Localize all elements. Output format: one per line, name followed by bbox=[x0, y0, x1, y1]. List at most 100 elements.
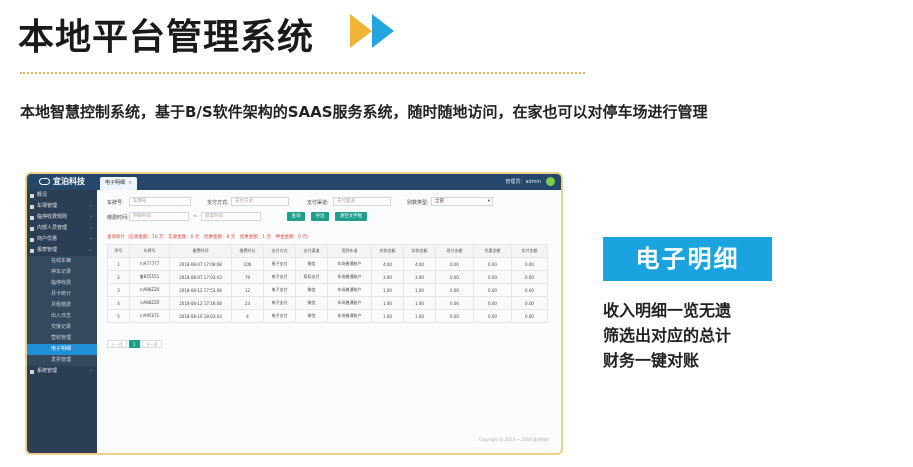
sidebar-item-merchant[interactable]: 商户优惠 › bbox=[27, 234, 97, 245]
table-cell: 0.00 bbox=[473, 309, 512, 323]
table-cell: 川A88ZZ0 bbox=[129, 296, 170, 310]
chevron-right-icon bbox=[372, 14, 394, 48]
channel-label: 支付渠道: bbox=[307, 200, 329, 206]
table-cell: 0.00 bbox=[511, 296, 548, 310]
sidebar-item-reports[interactable]: 报表管理 ⌄ bbox=[27, 245, 97, 256]
sidebar-sub-invoice[interactable]: 发票管理 bbox=[27, 355, 97, 366]
table-cell: 2018-08-07 17:08:08 bbox=[169, 257, 232, 271]
export-button[interactable]: 导出 bbox=[311, 212, 329, 221]
table-cell: 0.00 bbox=[473, 296, 512, 310]
plate-input[interactable]: 车牌号 bbox=[129, 197, 191, 206]
cloud-icon bbox=[39, 178, 50, 185]
pagination: 上一页 1 下一页 bbox=[107, 331, 164, 350]
sidebar-sub-monthly-stats[interactable]: 月卡统计 bbox=[27, 289, 97, 300]
sidebar: 概况 车场管理 › 临停收费规则 › 内部人员管理 › 商户优惠 › 报表管理 ⌄ 在线车… bbox=[27, 190, 97, 453]
paytype-label: 支付方式: bbox=[207, 200, 229, 206]
table-cell: 4 bbox=[107, 296, 130, 310]
time-separator: ~ bbox=[193, 214, 198, 220]
prev-page-button[interactable]: 上一页 bbox=[107, 340, 127, 348]
table-cell: 川A95S71 bbox=[129, 309, 170, 323]
sidebar-item-staff[interactable]: 内部人员管理 › bbox=[27, 223, 97, 234]
sidebar-sub-logs[interactable]: 出入日志 bbox=[27, 311, 97, 322]
table-cell: 0.00 bbox=[473, 257, 512, 271]
sidebar-sub-temp-fee[interactable]: 临停收费 bbox=[27, 278, 97, 289]
table-cell: 0.00 bbox=[435, 309, 474, 323]
sidebar-item-parking[interactable]: 车场管理 › bbox=[27, 201, 97, 212]
end-time-input[interactable]: 结束时间 bbox=[201, 212, 261, 221]
avatar[interactable] bbox=[546, 177, 555, 186]
report-icon bbox=[30, 249, 34, 253]
table-cell: 微信 bbox=[295, 309, 328, 323]
table-row[interactable]: 4 川A88ZZ0 2018-08-12 17:16:08 23 电子支付 微信 车场普通账… bbox=[107, 296, 548, 310]
table-cell: 2018-08-10 18:03:43 bbox=[169, 309, 232, 323]
channel-input[interactable]: 支付渠道 bbox=[333, 197, 391, 206]
sidebar-item-label: 报表管理 bbox=[37, 247, 58, 253]
table-cell: 微信 bbox=[295, 257, 328, 271]
feature-line: 收入明细一览无遗 bbox=[603, 301, 732, 320]
table-row[interactable]: 2 鲁B55551 2018-08-07 17:03:43 79 电子支付 帮扣支付 车场普… bbox=[107, 270, 548, 284]
main-content: 车牌号: 车牌号 支付方式: 支付方式 支付渠道: 支付渠道 别数类型: 全部 ▾… bbox=[97, 190, 561, 453]
sidebar-item-overview[interactable]: 概况 bbox=[27, 190, 97, 201]
table-cell: 12 bbox=[231, 283, 264, 297]
table-cell: 电子支付 bbox=[263, 257, 296, 271]
subtitle: 本地智慧控制系统，基于B/S软件架构的SAAS服务系统，随时随地访问，在家也可以… bbox=[20, 103, 708, 121]
search-button[interactable]: 查询 bbox=[287, 212, 305, 221]
lot-select-value: 全部 bbox=[435, 199, 444, 204]
table-cell: 鲁B55551 bbox=[129, 270, 170, 284]
table-cell: 106 bbox=[231, 257, 264, 271]
person-icon bbox=[30, 227, 34, 231]
table-cell: 0.00 bbox=[473, 283, 512, 297]
table-header-cell: 序号 bbox=[107, 244, 130, 258]
table-header-cell: 现付金额 bbox=[435, 244, 474, 258]
sidebar-item-system[interactable]: 系统管理 › bbox=[27, 366, 97, 377]
table-cell: 川A77777 bbox=[129, 257, 170, 271]
table-cell: 电子支付 bbox=[263, 270, 296, 284]
table-cell: 4.00 bbox=[403, 257, 436, 271]
table-cell: 2018-08-12 17:53:08 bbox=[169, 283, 232, 297]
table-header-cell: 应收金额 bbox=[371, 244, 404, 258]
sidebar-sub-electronic-detail[interactable]: 电子明细 bbox=[27, 344, 97, 355]
table-cell: 3.00 bbox=[371, 270, 404, 284]
sidebar-sub-handover[interactable]: 交接记录 bbox=[27, 322, 97, 333]
table-cell: 1.00 bbox=[403, 309, 436, 323]
table-header-cell: 支付方式 bbox=[263, 244, 296, 258]
sidebar-item-label: 商户优惠 bbox=[37, 236, 58, 242]
next-page-button[interactable]: 下一页 bbox=[141, 340, 162, 348]
table-cell: 0.00 bbox=[435, 283, 474, 297]
chevron-right-icon: › bbox=[90, 214, 92, 220]
sidebar-item-rules[interactable]: 临停收费规则 › bbox=[27, 212, 97, 223]
table-cell: 电子支付 bbox=[263, 283, 296, 297]
table-header-cell: 优惠金额 bbox=[473, 244, 512, 258]
table-cell: 微信 bbox=[295, 283, 328, 297]
app-screenshot-frame: 宜泊科技 电子明细 × 管理员：admin 概况 车场管理 › 临停收费规则 › 内部… bbox=[25, 172, 563, 455]
table-row[interactable]: 5 川A95S71 2018-08-10 18:03:43 4 电子支付 微信 车场普通账户… bbox=[107, 309, 548, 323]
tab-electronic-detail[interactable]: 电子明细 × bbox=[100, 177, 138, 190]
sidebar-item-label: 临停收费规则 bbox=[37, 214, 68, 220]
summary-text: 查询统计（应收金额：16 元 实收金额：6 元 优惠金额：8 元 优惠金额：1 … bbox=[107, 235, 312, 240]
chevron-right-icon: › bbox=[90, 203, 92, 209]
close-icon[interactable]: × bbox=[128, 180, 132, 186]
sidebar-sub-monthly-pay[interactable]: 月租缴费 bbox=[27, 300, 97, 311]
sidebar-sub-online[interactable]: 在线车辆 bbox=[27, 256, 97, 267]
page-number-button[interactable]: 1 bbox=[129, 340, 140, 348]
feature-line: 筛选出对应的总计 bbox=[603, 326, 732, 345]
sidebar-sub-revenue[interactable]: 营收管理 bbox=[27, 333, 97, 344]
lot-select[interactable]: 全部 ▾ bbox=[431, 197, 493, 206]
start-time-input[interactable]: 开始时间 bbox=[129, 212, 189, 221]
table-cell: 电子支付 bbox=[263, 296, 296, 310]
table-cell: 1.00 bbox=[371, 309, 404, 323]
table-header-cell: 用到车道 bbox=[327, 244, 372, 258]
paytype-input[interactable]: 支付方式 bbox=[231, 197, 289, 206]
table-cell: 1.00 bbox=[403, 296, 436, 310]
table-cell: 2018-08-07 17:03:43 bbox=[169, 270, 232, 284]
sidebar-sub-records[interactable]: 停车记录 bbox=[27, 267, 97, 278]
sidebar-item-label: 车场管理 bbox=[37, 203, 58, 209]
table-row[interactable]: 1 川A77777 2018-08-07 17:08:08 106 电子支付 微信 车场普通… bbox=[107, 257, 548, 271]
gear-icon bbox=[30, 370, 34, 374]
reset-button[interactable]: 清空文字框 bbox=[335, 212, 367, 221]
table-cell: 0.00 bbox=[473, 270, 512, 284]
detail-table: 序号 车牌号 缴费时间 缴费时长 支付方式 支付渠道 用到车道 应收金额 实收金额 现付金额 优惠金… bbox=[107, 244, 548, 323]
user-label[interactable]: 管理员：admin bbox=[505, 178, 541, 185]
table-cell: 车场普通账户 bbox=[327, 257, 372, 271]
table-row[interactable]: 3 川A88ZZ0 2018-08-12 17:53:08 12 电子支付 微信 车场普通账… bbox=[107, 283, 548, 297]
